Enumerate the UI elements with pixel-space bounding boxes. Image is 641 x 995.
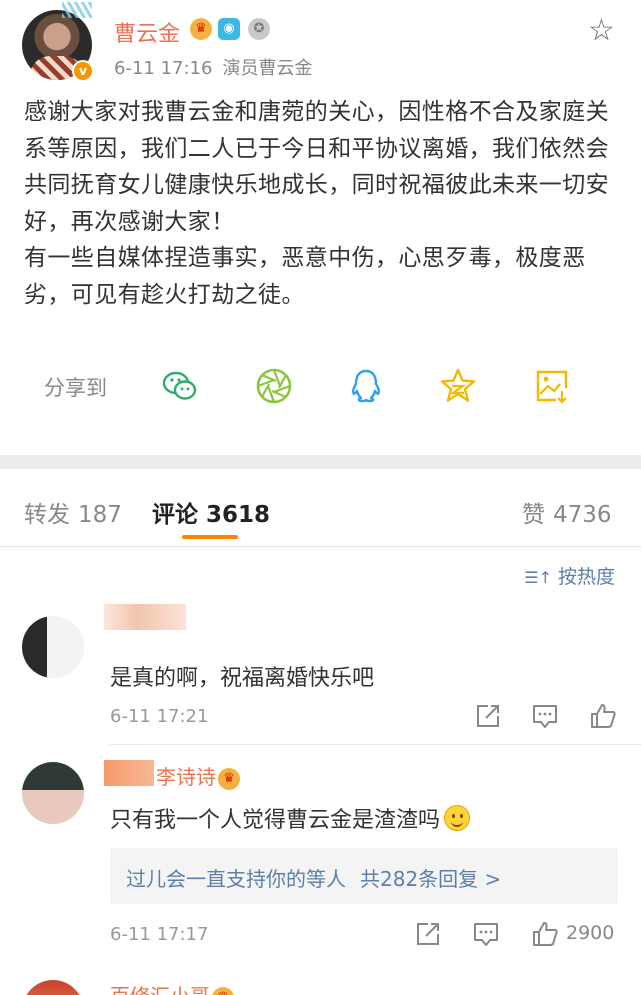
post-source: 演员曹云金 [222, 58, 313, 79]
verified-badge-icon: v [72, 60, 94, 82]
active-tab-indicator [182, 535, 238, 539]
comment-time: 6-11 17:17 [110, 924, 209, 945]
commenter-avatar[interactable] [22, 616, 84, 678]
reply-icon[interactable] [472, 920, 500, 948]
qzone-icon[interactable] [438, 366, 478, 406]
favorite-star-icon[interactable]: ☆ [588, 16, 615, 46]
commenter-name[interactable]: 李诗诗 ♛ [156, 761, 240, 790]
like-icon[interactable] [589, 702, 617, 730]
sort-by-hot-button[interactable]: ☰↑ 按热度 [524, 562, 615, 589]
commenter-name[interactable]: 百修汇小哥♛ [110, 980, 234, 995]
medal-badge-icon[interactable]: ✪ [248, 18, 270, 40]
comment-text-content: 只有我一个人觉得曹云金是渣渣吗 [110, 808, 441, 833]
qq-icon[interactable] [346, 366, 386, 406]
reply-preview[interactable]: 过儿会一直支持你的等人 共282条回复 > [110, 848, 618, 904]
comment-item: 李诗诗 ♛ 只有我一个人觉得曹云金是渣渣吗 过儿会一直支持你的等人 共282条回复 … [0, 756, 641, 966]
tab-comment-label: 评论 [152, 502, 198, 528]
commenter-avatar[interactable] [22, 762, 84, 824]
section-divider [0, 455, 641, 469]
tab-like-count: 4736 [553, 502, 612, 528]
moments-icon[interactable] [254, 366, 294, 406]
camera-badge-icon[interactable]: ◉ [218, 18, 240, 40]
tab-repost-label: 转发 [24, 502, 70, 528]
comment-text: 只有我一个人觉得曹云金是渣渣吗 [110, 802, 471, 834]
comment-separator [110, 744, 641, 745]
post-paragraph: 有一些自媒体捏造事实，恶意中伤，心思歹毒，极度恶劣，可见有趁火打劫之徒。 [24, 245, 586, 308]
save-image-icon[interactable] [532, 366, 572, 406]
tab-comment[interactable]: 评论 3618 [152, 495, 270, 529]
reply-count-link[interactable]: 共282条回复 > [360, 867, 501, 891]
commenter-name-text: 百修汇小哥 [110, 984, 210, 995]
comment-item: 是真的啊，祝福离婚快乐吧 6-11 17:21 [0, 604, 641, 746]
tab-comment-count: 3618 [206, 502, 271, 528]
interaction-tabs: 转发 187 评论 3618 赞 4736 [0, 469, 641, 547]
commenter-avatar[interactable] [22, 980, 84, 995]
commenter-name-blurred[interactable] [104, 760, 154, 786]
wechat-icon[interactable] [160, 366, 200, 406]
vip-crown-icon[interactable]: ♛ [190, 18, 212, 40]
commenter-name-blurred[interactable] [104, 604, 186, 630]
author-name[interactable]: 曹云金 [114, 16, 180, 48]
post-time: 6-11 17:16 [114, 58, 213, 79]
tab-repost-count: 187 [78, 502, 122, 528]
post-content: 感谢大家对我曹云金和唐菀的关心，因性格不合及家庭关系等原因，我们二人已于今日和平… [24, 94, 624, 313]
sort-row: ☰↑ 按热度 [0, 548, 641, 600]
share-comment-icon[interactable] [474, 702, 502, 730]
share-bar: 分享到 [0, 362, 641, 412]
tab-like[interactable]: 赞 4736 [522, 495, 612, 529]
smile-emoji-icon [444, 805, 471, 831]
reply-preview-text: 过儿会一直支持你的等人 [126, 867, 346, 891]
reply-icon[interactable] [531, 702, 559, 730]
tab-repost[interactable]: 转发 187 [24, 495, 122, 529]
like-icon[interactable] [531, 920, 559, 948]
post-paragraph: 感谢大家对我曹云金和唐菀的关心，因性格不合及家庭关系等原因，我们二人已于今日和平… [24, 99, 609, 235]
share-comment-icon[interactable] [414, 920, 442, 948]
vip-crown-icon: ♛ [212, 986, 234, 995]
comment-like-count: 2900 [566, 922, 615, 944]
sort-label: 按热度 [557, 566, 615, 588]
tab-like-label: 赞 [522, 502, 545, 528]
commenter-name-text: 李诗诗 [156, 765, 216, 789]
post-meta: 6-11 17:16 演员曹云金 [114, 54, 312, 80]
comment-time: 6-11 17:21 [110, 706, 209, 727]
share-label: 分享到 [44, 376, 107, 400]
vip-crown-icon: ♛ [218, 767, 240, 790]
comment-item: 百修汇小哥♛ [0, 970, 641, 995]
avatar-decoration [62, 2, 92, 18]
comment-text: 是真的啊，祝福离婚快乐吧 [110, 666, 375, 691]
sort-icon: ☰↑ [524, 568, 552, 587]
post-header: v 曹云金 ♛ ◉ ✪ 6-11 17:16 演员曹云金 ☆ [0, 0, 641, 92]
